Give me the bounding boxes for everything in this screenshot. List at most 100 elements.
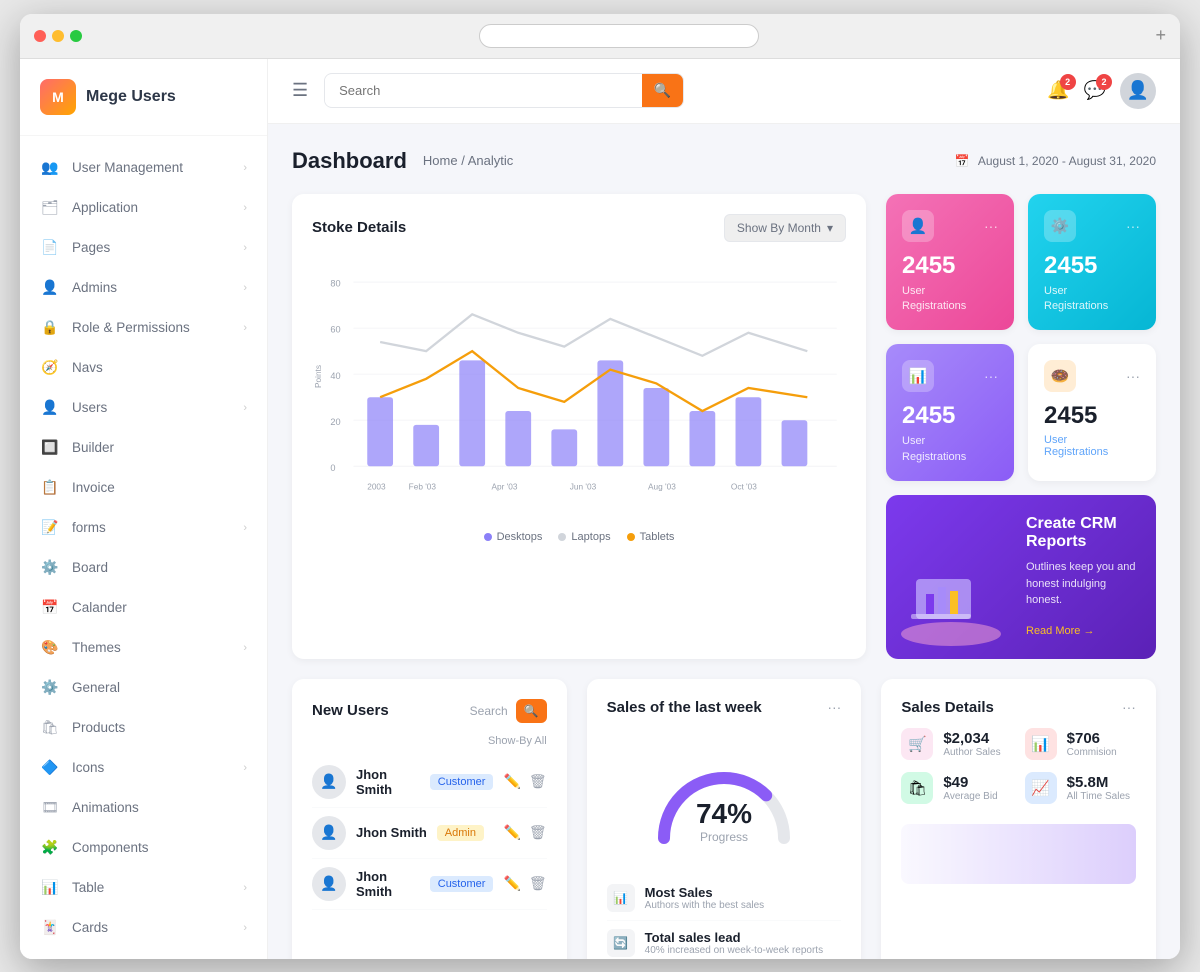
sidebar-item-invoice[interactable]: 📋 Invoice xyxy=(20,468,267,508)
avg-bid-amount: $49 xyxy=(943,774,997,791)
sales-sub-item-2: 🔄 Total sales lead 40% increased on week… xyxy=(607,921,842,959)
breadcrumb-home[interactable]: Home xyxy=(423,153,458,168)
desktops-label: Desktops xyxy=(497,531,543,543)
total-sales-icon: 🔄 xyxy=(607,929,635,957)
sales-detail-author: 🛒 $2,034 Author Sales xyxy=(901,728,1012,760)
sidebar-item-application[interactable]: 🗂 Application › xyxy=(20,188,267,228)
users-icon: 👤 xyxy=(40,398,60,418)
sidebar-logo: M Mege Users xyxy=(20,59,267,136)
sales-details-grid: 🛒 $2,034 Author Sales 📊 $706 xyxy=(901,728,1136,804)
edit-icon-3[interactable]: ✏️ xyxy=(503,875,520,892)
commission-label: Commision xyxy=(1067,747,1117,758)
stat-more-3[interactable]: ··· xyxy=(984,368,998,384)
sidebar-item-charts[interactable]: 📈 Charts › xyxy=(20,948,267,959)
chart-title: Stoke Details xyxy=(312,219,406,236)
avg-bid-label: Average Bid xyxy=(943,791,997,802)
user-management-label: User Management xyxy=(72,160,243,175)
sidebar-item-components[interactable]: 🧩 Components xyxy=(20,828,267,868)
stat-value-3: 2455 xyxy=(902,402,998,430)
components-icon: 🧩 xyxy=(40,838,60,858)
new-users-search: Search 🔍 xyxy=(470,699,547,723)
url-input[interactable]: demo.dashboardpack.com xyxy=(479,24,759,48)
sidebar-item-icons[interactable]: 🔷 Icons › xyxy=(20,748,267,788)
stats-row-2: 📊 ··· 2455 UserRegistrations 🍩 ··· xyxy=(886,344,1156,481)
search-input[interactable] xyxy=(325,75,642,106)
cards-label: Cards xyxy=(72,920,243,935)
chevron-icon: › xyxy=(243,402,247,414)
sidebar-item-calander[interactable]: 📅 Calander xyxy=(20,588,267,628)
stat-more-2[interactable]: ··· xyxy=(1126,218,1140,234)
author-sales-info: $2,034 Author Sales xyxy=(943,730,1000,758)
crm-read-more-link[interactable]: Read More → xyxy=(1026,625,1094,637)
pages-icon: 📄 xyxy=(40,238,60,258)
sidebar-item-pages[interactable]: 📄 Pages › xyxy=(20,228,267,268)
sidebar-item-builder[interactable]: 🔲 Builder xyxy=(20,428,267,468)
minimize-dot[interactable] xyxy=(52,30,64,42)
sales-week-title: Sales of the last week xyxy=(607,699,762,716)
sidebar-nav: 👥 User Management › 🗂 Application › 📄 Pa… xyxy=(20,136,267,959)
sidebar-item-general[interactable]: ⚙️ General xyxy=(20,668,267,708)
sales-detail-alltime: 📈 $5.8M All Time Sales xyxy=(1025,772,1136,804)
notification-button[interactable]: 🔔 2 xyxy=(1047,80,1069,101)
edit-icon-1[interactable]: ✏️ xyxy=(503,773,520,790)
new-users-search-button[interactable]: 🔍 xyxy=(516,699,547,723)
sidebar-item-admins[interactable]: 👤 Admins › xyxy=(20,268,267,308)
new-tab-button[interactable]: + xyxy=(1155,25,1166,46)
sidebar-item-users[interactable]: 👤 Users › xyxy=(20,388,267,428)
edit-icon-2[interactable]: ✏️ xyxy=(503,824,520,841)
date-range: 📅 August 1, 2020 - August 31, 2020 xyxy=(955,154,1156,168)
user-avatar-2: 👤 xyxy=(312,816,346,850)
desktops-color xyxy=(484,533,492,541)
stat-more-1[interactable]: ··· xyxy=(984,218,998,234)
svg-text:20: 20 xyxy=(330,416,340,426)
delete-icon-3[interactable]: 🗑 xyxy=(529,875,547,892)
svg-text:80: 80 xyxy=(330,278,340,288)
delete-icon-2[interactable]: 🗑 xyxy=(529,824,547,841)
show-by-button[interactable]: Show By Month ▾ xyxy=(724,214,846,242)
delete-icon-1[interactable]: 🗑 xyxy=(529,773,547,790)
avg-bid-icon: 🛍 xyxy=(901,772,933,804)
pages-label: Pages xyxy=(72,240,243,255)
chart-header: Stoke Details Show By Month ▾ xyxy=(312,214,846,242)
maximize-dot[interactable] xyxy=(70,30,82,42)
sidebar-item-table[interactable]: 📊 Table › xyxy=(20,868,267,908)
hamburger-icon[interactable]: ☰ xyxy=(292,80,308,101)
stat-more-4[interactable]: ··· xyxy=(1126,368,1140,384)
sidebar-item-products[interactable]: 🛍 Products xyxy=(20,708,267,748)
total-sales-desc: 40% increased on week-to-week reports xyxy=(645,945,823,956)
author-sales-icon: 🛒 xyxy=(901,728,933,760)
search-button[interactable]: 🔍 xyxy=(642,74,683,107)
search-bar: 🔍 xyxy=(324,73,684,108)
sidebar-item-role-permissions[interactable]: 🔒 Role & Permissions › xyxy=(20,308,267,348)
new-users-card: New Users Search 🔍 Show-By All 👤 xyxy=(292,679,567,959)
sidebar-item-themes[interactable]: 🎨 Themes › xyxy=(20,628,267,668)
svg-text:0: 0 xyxy=(330,462,335,472)
chevron-icon: › xyxy=(243,322,247,334)
sidebar-item-cards[interactable]: 🃏 Cards › xyxy=(20,908,267,948)
sidebar-item-animations[interactable]: 🎞 Animations xyxy=(20,788,267,828)
stat-card-registrations-4: 🍩 ··· 2455 UserRegistrations xyxy=(1028,344,1156,481)
avatar[interactable]: 👤 xyxy=(1120,73,1156,109)
stoke-chart-svg: 80 60 40 20 0 Points xyxy=(312,258,846,518)
sidebar-item-user-management[interactable]: 👥 User Management › xyxy=(20,148,267,188)
cards-icon: 🃏 xyxy=(40,918,60,938)
forms-label: forms xyxy=(72,520,243,535)
browser-window: demo.dashboardpack.com + M Mege Users 👥 … xyxy=(20,14,1180,959)
general-label: General xyxy=(72,680,247,695)
sales-details-more[interactable]: ··· xyxy=(1122,699,1136,715)
sidebar-item-navs[interactable]: 🧭 Navs xyxy=(20,348,267,388)
user-info-2: Jhon Smith xyxy=(356,825,427,840)
message-button[interactable]: 💬 2 xyxy=(1084,80,1106,101)
close-dot[interactable] xyxy=(34,30,46,42)
chevron-icon: › xyxy=(243,882,247,894)
notification-badge: 2 xyxy=(1060,74,1076,90)
show-all-button[interactable]: Show-By All xyxy=(312,735,547,747)
content-area: Dashboard Home / Analytic 📅 August 1, 20… xyxy=(268,124,1180,959)
most-sales-desc: Authors with the best sales xyxy=(645,900,765,911)
sidebar-item-forms[interactable]: 📝 forms › xyxy=(20,508,267,548)
tablets-label: Tablets xyxy=(640,531,675,543)
navs-label: Navs xyxy=(72,360,247,375)
sidebar-item-board[interactable]: ⚙️ Board xyxy=(20,548,267,588)
sidebar: M Mege Users 👥 User Management › 🗂 Appli… xyxy=(20,59,268,959)
sales-week-more[interactable]: ··· xyxy=(827,699,841,715)
